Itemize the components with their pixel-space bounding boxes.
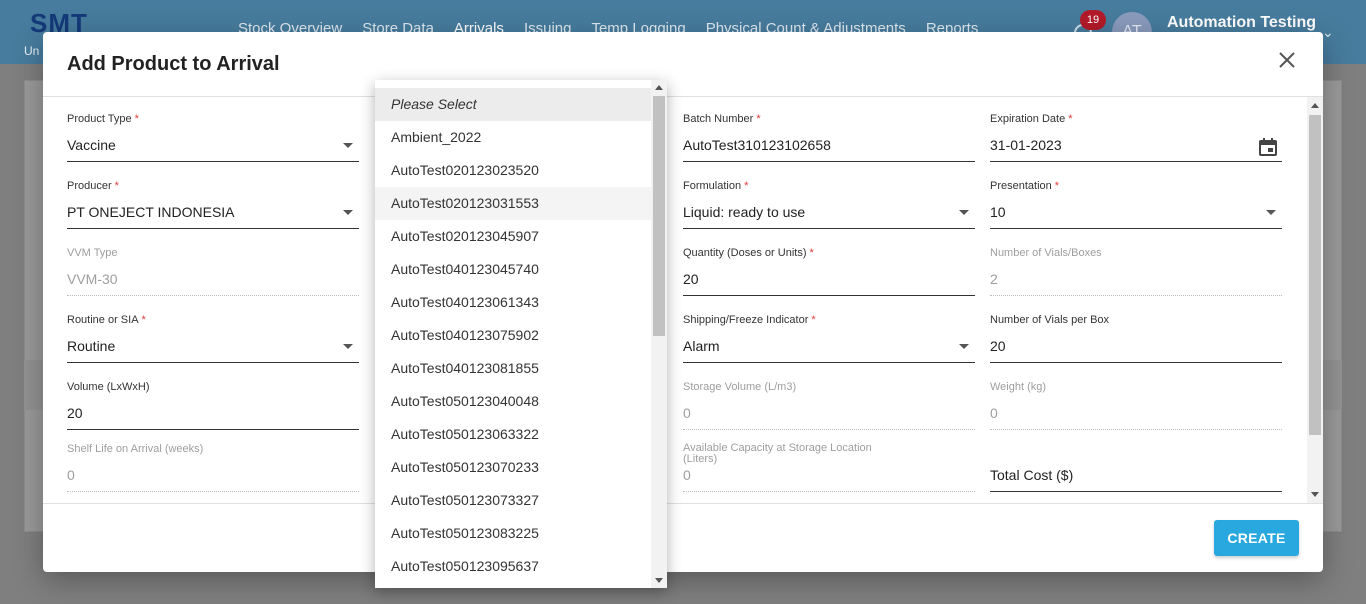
- volume-label: Volume (LxWxH): [67, 381, 150, 393]
- store-dropdown-list: Please Select Ambient_2022 AutoTest02012…: [375, 80, 667, 588]
- formulation-label: Formulation *: [683, 180, 749, 192]
- shelf-life-label: Shelf Life on Arrival (weeks): [67, 443, 204, 455]
- caret-down-icon[interactable]: [343, 210, 353, 215]
- app-logo-subtitle: Un: [24, 44, 40, 58]
- vvm-type-label: VVM Type: [67, 247, 118, 259]
- routine-sia-select[interactable]: Routine or SIA * Routine: [67, 314, 359, 374]
- routine-sia-label: Routine or SIA *: [67, 314, 146, 326]
- dropdown-options: Please Select Ambient_2022 AutoTest02012…: [375, 88, 651, 583]
- shipping-indicator-value: Alarm: [683, 338, 720, 354]
- shipping-indicator-select[interactable]: Shipping/Freeze Indicator * Alarm: [683, 314, 975, 374]
- product-type-label: Product Type *: [67, 113, 139, 125]
- weight-field: Weight (kg) 0: [990, 381, 1282, 441]
- dropdown-option[interactable]: AutoTest050123073327: [375, 484, 651, 517]
- presentation-value: 10: [990, 204, 1006, 220]
- product-type-select[interactable]: Product Type * Vaccine: [67, 113, 359, 173]
- product-type-value: Vaccine: [67, 137, 116, 153]
- available-capacity-label: Available Capacity at Storage Location (…: [683, 442, 872, 465]
- storage-volume-value: 0: [683, 405, 691, 421]
- vials-per-box-input[interactable]: Number of Vials per Box 20: [990, 314, 1282, 374]
- dropdown-option[interactable]: AutoTest050123040048: [375, 385, 651, 418]
- shelf-life-value: 0: [67, 467, 75, 483]
- producer-select[interactable]: Producer * PT ONEJECT INDONESIA: [67, 180, 359, 240]
- expiration-date-label: Expiration Date *: [990, 113, 1073, 125]
- num-vials-value: 2: [990, 271, 998, 287]
- dropdown-option[interactable]: AutoTest020123045907: [375, 220, 651, 253]
- add-product-modal: Add Product to Arrival Product Type * Vac…: [43, 32, 1323, 572]
- modal-title: Add Product to Arrival: [67, 53, 280, 75]
- dropdown-option[interactable]: AutoTest040123081855: [375, 352, 651, 385]
- dropdown-option[interactable]: Please Select: [375, 88, 651, 121]
- shipping-indicator-label: Shipping/Freeze Indicator *: [683, 314, 816, 326]
- dropdown-option[interactable]: AutoTest020123023520: [375, 154, 651, 187]
- caret-down-icon[interactable]: [959, 344, 969, 349]
- producer-label: Producer *: [67, 180, 119, 192]
- expiration-date-input[interactable]: Expiration Date * 31-01-2023: [990, 113, 1282, 173]
- modal-body: Product Type * Vaccine Producer * PT ONEJE…: [43, 97, 1323, 503]
- dropdown-option[interactable]: AutoTest050123063322: [375, 418, 651, 451]
- dropdown-option[interactable]: AutoTest040123075902: [375, 319, 651, 352]
- shelf-life-field: Shelf Life on Arrival (weeks) 0: [67, 443, 359, 503]
- scroll-down-icon[interactable]: [1311, 492, 1319, 497]
- dropdown-option[interactable]: AutoTest050123095637: [375, 550, 651, 583]
- scroll-down-icon[interactable]: [655, 578, 663, 583]
- scroll-up-icon[interactable]: [655, 85, 663, 90]
- dropdown-option[interactable]: AutoTest020123031553: [375, 187, 651, 220]
- storage-volume-field: Storage Volume (L/m3) 0: [683, 381, 975, 441]
- caret-down-icon[interactable]: [959, 210, 969, 215]
- dropdown-option[interactable]: AutoTest040123045740: [375, 253, 651, 286]
- presentation-select[interactable]: Presentation * 10: [990, 180, 1282, 240]
- caret-down-icon[interactable]: [1266, 210, 1276, 215]
- dropdown-option[interactable]: Ambient_2022: [375, 121, 651, 154]
- total-cost-placeholder: Total Cost ($): [990, 467, 1074, 483]
- total-cost-input[interactable]: Total Cost ($): [990, 443, 1282, 503]
- modal-scrollbar[interactable]: [1307, 97, 1323, 503]
- weight-label: Weight (kg): [990, 381, 1047, 393]
- scroll-thumb[interactable]: [1309, 115, 1321, 435]
- chevron-down-icon[interactable]: ⌄: [1322, 24, 1334, 41]
- quantity-value: 20: [683, 271, 699, 287]
- vvm-type-field: VVM Type VVM-30: [67, 247, 359, 307]
- batch-number-label: Batch Number *: [683, 113, 761, 125]
- close-icon[interactable]: [1275, 48, 1299, 72]
- caret-down-icon[interactable]: [343, 344, 353, 349]
- dropdown-option[interactable]: AutoTest040123061343: [375, 286, 651, 319]
- available-capacity-field: Available Capacity at Storage Location (…: [683, 443, 975, 503]
- batch-number-value: AutoTest310123102658: [683, 137, 831, 153]
- vials-per-box-label: Number of Vials per Box: [990, 314, 1110, 326]
- dropdown-option[interactable]: AutoTest050123070233: [375, 451, 651, 484]
- scroll-up-icon[interactable]: [1311, 103, 1319, 108]
- num-vials-field: Number of Vials/Boxes 2: [990, 247, 1282, 307]
- notification-badge: 19: [1080, 10, 1106, 30]
- formulation-select[interactable]: Formulation * Liquid: ready to use: [683, 180, 975, 240]
- volume-input[interactable]: Volume (LxWxH) 20: [67, 381, 359, 441]
- num-vials-label: Number of Vials/Boxes: [990, 247, 1102, 259]
- user-name[interactable]: Automation Testing: [1167, 14, 1316, 32]
- formulation-value: Liquid: ready to use: [683, 204, 806, 220]
- weight-value: 0: [990, 405, 998, 421]
- divider: [43, 503, 1323, 504]
- batch-number-input[interactable]: Batch Number * AutoTest310123102658: [683, 113, 975, 173]
- storage-volume-label: Storage Volume (L/m3): [683, 381, 797, 393]
- calendar-icon[interactable]: [1258, 137, 1278, 157]
- producer-value: PT ONEJECT INDONESIA: [67, 204, 235, 220]
- expiration-date-value: 31-01-2023: [990, 137, 1062, 153]
- dropdown-scrollbar[interactable]: [651, 80, 667, 588]
- create-button[interactable]: CREATE: [1214, 520, 1299, 556]
- quantity-input[interactable]: Quantity (Doses or Units) * 20: [683, 247, 975, 307]
- caret-down-icon[interactable]: [343, 143, 353, 148]
- scroll-thumb[interactable]: [653, 96, 665, 336]
- quantity-label: Quantity (Doses or Units) *: [683, 247, 814, 259]
- vials-per-box-value: 20: [990, 338, 1006, 354]
- volume-value: 20: [67, 405, 83, 421]
- presentation-label: Presentation *: [990, 180, 1060, 192]
- dropdown-option[interactable]: AutoTest050123083225: [375, 517, 651, 550]
- available-capacity-value: 0: [683, 467, 691, 483]
- routine-sia-value: Routine: [67, 338, 116, 354]
- vvm-type-value: VVM-30: [67, 271, 118, 287]
